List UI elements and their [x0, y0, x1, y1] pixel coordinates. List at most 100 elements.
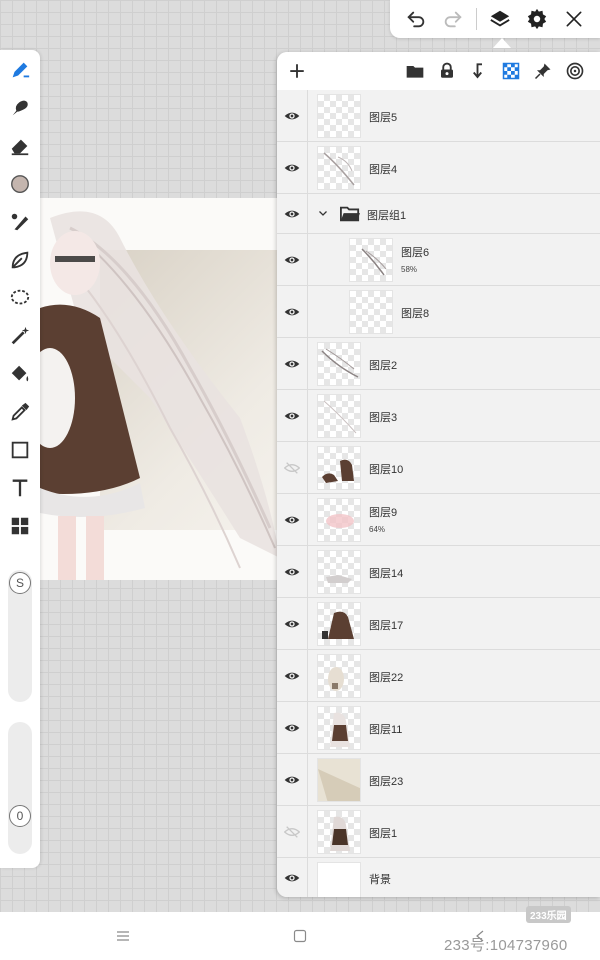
new-group-button[interactable]	[404, 60, 426, 82]
visibility-toggle[interactable]	[277, 142, 308, 193]
visibility-toggle[interactable]	[277, 390, 308, 441]
layer-row[interactable]: 图层23	[277, 754, 600, 806]
eye-hidden-icon	[284, 825, 300, 838]
pen-icon	[12, 62, 30, 78]
eye-icon	[284, 360, 300, 367]
color-swatch-button[interactable]	[6, 170, 34, 198]
visibility-toggle[interactable]	[277, 194, 308, 233]
transparency-lock-button[interactable]	[500, 60, 522, 82]
rectangle-icon	[11, 441, 29, 459]
layer-name: 图层5	[369, 112, 398, 124]
paint-bucket-icon	[11, 365, 29, 382]
magic-wand-tool[interactable]	[6, 322, 34, 350]
visibility-toggle[interactable]	[277, 90, 308, 141]
layer-thumbnail	[349, 238, 393, 282]
fill-tool[interactable]	[6, 360, 34, 388]
layer-group-row[interactable]: 图层组1	[277, 194, 600, 234]
layer-name: 图层4	[369, 164, 398, 176]
watermark-id: 233号:104737960	[444, 937, 568, 954]
leaf-icon	[11, 251, 29, 269]
smudge-icon	[12, 100, 28, 116]
brush-opacity-slider[interactable]	[8, 722, 32, 854]
pin-button[interactable]	[532, 60, 554, 82]
brush-opacity-knob[interactable]: 0	[9, 805, 31, 827]
layer-row[interactable]: 图层8	[277, 286, 600, 338]
layer-row[interactable]: 图层6 58%	[277, 234, 600, 286]
visibility-toggle[interactable]	[277, 858, 308, 897]
folder-open-icon	[340, 206, 360, 222]
eye-icon	[284, 112, 300, 119]
layer-row[interactable]: 图层2	[277, 338, 600, 390]
layer-name: 图层17	[369, 620, 404, 632]
tool-sidebar: S 0	[0, 50, 40, 868]
text-tool[interactable]	[6, 474, 34, 502]
visibility-toggle[interactable]	[277, 286, 308, 337]
brush-library-icon	[11, 213, 29, 231]
visibility-toggle[interactable]	[277, 754, 308, 805]
layer-thumbnail	[317, 654, 361, 698]
layer-thumbnail	[317, 342, 361, 386]
rectangle-tool[interactable]	[6, 436, 34, 464]
settings-button[interactable]	[523, 5, 551, 33]
visibility-toggle[interactable]	[277, 338, 308, 389]
lasso-tool[interactable]	[6, 284, 34, 312]
undo-button[interactable]	[402, 5, 430, 33]
brush-pen-tool[interactable]	[6, 56, 34, 84]
visibility-toggle[interactable]	[277, 806, 308, 857]
home-button[interactable]	[290, 928, 310, 944]
toolbar-divider	[476, 8, 478, 30]
target-button[interactable]	[564, 60, 586, 82]
eye-icon	[284, 620, 300, 627]
tiles-tool[interactable]	[6, 512, 34, 540]
eyedropper-tool[interactable]	[6, 398, 34, 426]
visibility-toggle[interactable]	[277, 598, 308, 649]
visibility-toggle[interactable]	[277, 442, 308, 493]
artwork-canvas[interactable]	[40, 198, 280, 580]
undo-icon	[407, 11, 425, 28]
color-swatch-icon	[11, 175, 29, 193]
layer-row[interactable]: 图层10	[277, 442, 600, 494]
layer-thumbnail	[317, 446, 361, 490]
merge-down-icon	[473, 63, 482, 79]
layer-row[interactable]: 图层1	[277, 806, 600, 858]
brush-library-tool[interactable]	[6, 208, 34, 236]
menu-button[interactable]	[113, 928, 133, 944]
eraser-tool[interactable]	[6, 132, 34, 160]
layer-name: 图层9	[369, 507, 398, 519]
visibility-toggle[interactable]	[277, 546, 308, 597]
visibility-toggle[interactable]	[277, 702, 308, 753]
eye-icon	[284, 874, 300, 881]
visibility-toggle[interactable]	[277, 494, 308, 545]
layer-row[interactable]: 图层14	[277, 546, 600, 598]
layer-thumbnail	[317, 810, 361, 854]
add-layer-button[interactable]	[286, 60, 308, 82]
layer-thumbnail	[317, 758, 361, 802]
close-button[interactable]	[560, 5, 588, 33]
smudge-tool[interactable]	[6, 94, 34, 122]
layer-row[interactable]: 图层4	[277, 142, 600, 194]
visibility-toggle[interactable]	[277, 234, 308, 285]
layer-row[interactable]: 图层22	[277, 650, 600, 702]
lasso-icon	[10, 289, 30, 305]
layer-name: 图层6	[401, 247, 430, 259]
brush-size-knob[interactable]: S	[9, 572, 31, 594]
eye-icon	[284, 412, 300, 419]
layer-row[interactable]: 图层17	[277, 598, 600, 650]
redo-button[interactable]	[439, 5, 467, 33]
folder-icon	[406, 66, 424, 78]
background-layer-row[interactable]: 背景	[277, 858, 600, 897]
layer-name: 图层14	[369, 568, 404, 580]
group-collapse-toggle[interactable]	[317, 207, 329, 219]
layer-thumbnail	[317, 706, 361, 750]
watermark-logo: 233乐园	[526, 906, 571, 923]
layers-button[interactable]	[486, 5, 514, 33]
merge-down-button[interactable]	[468, 60, 490, 82]
layer-row[interactable]: 图层5	[277, 90, 600, 142]
lock-layer-button[interactable]	[436, 60, 458, 82]
leaf-brush-tool[interactable]	[6, 246, 34, 274]
layer-row[interactable]: 图层3	[277, 390, 600, 442]
layer-row[interactable]: 图层9 64%	[277, 494, 600, 546]
gear-icon	[527, 8, 546, 30]
visibility-toggle[interactable]	[277, 650, 308, 701]
layer-row[interactable]: 图层11	[277, 702, 600, 754]
